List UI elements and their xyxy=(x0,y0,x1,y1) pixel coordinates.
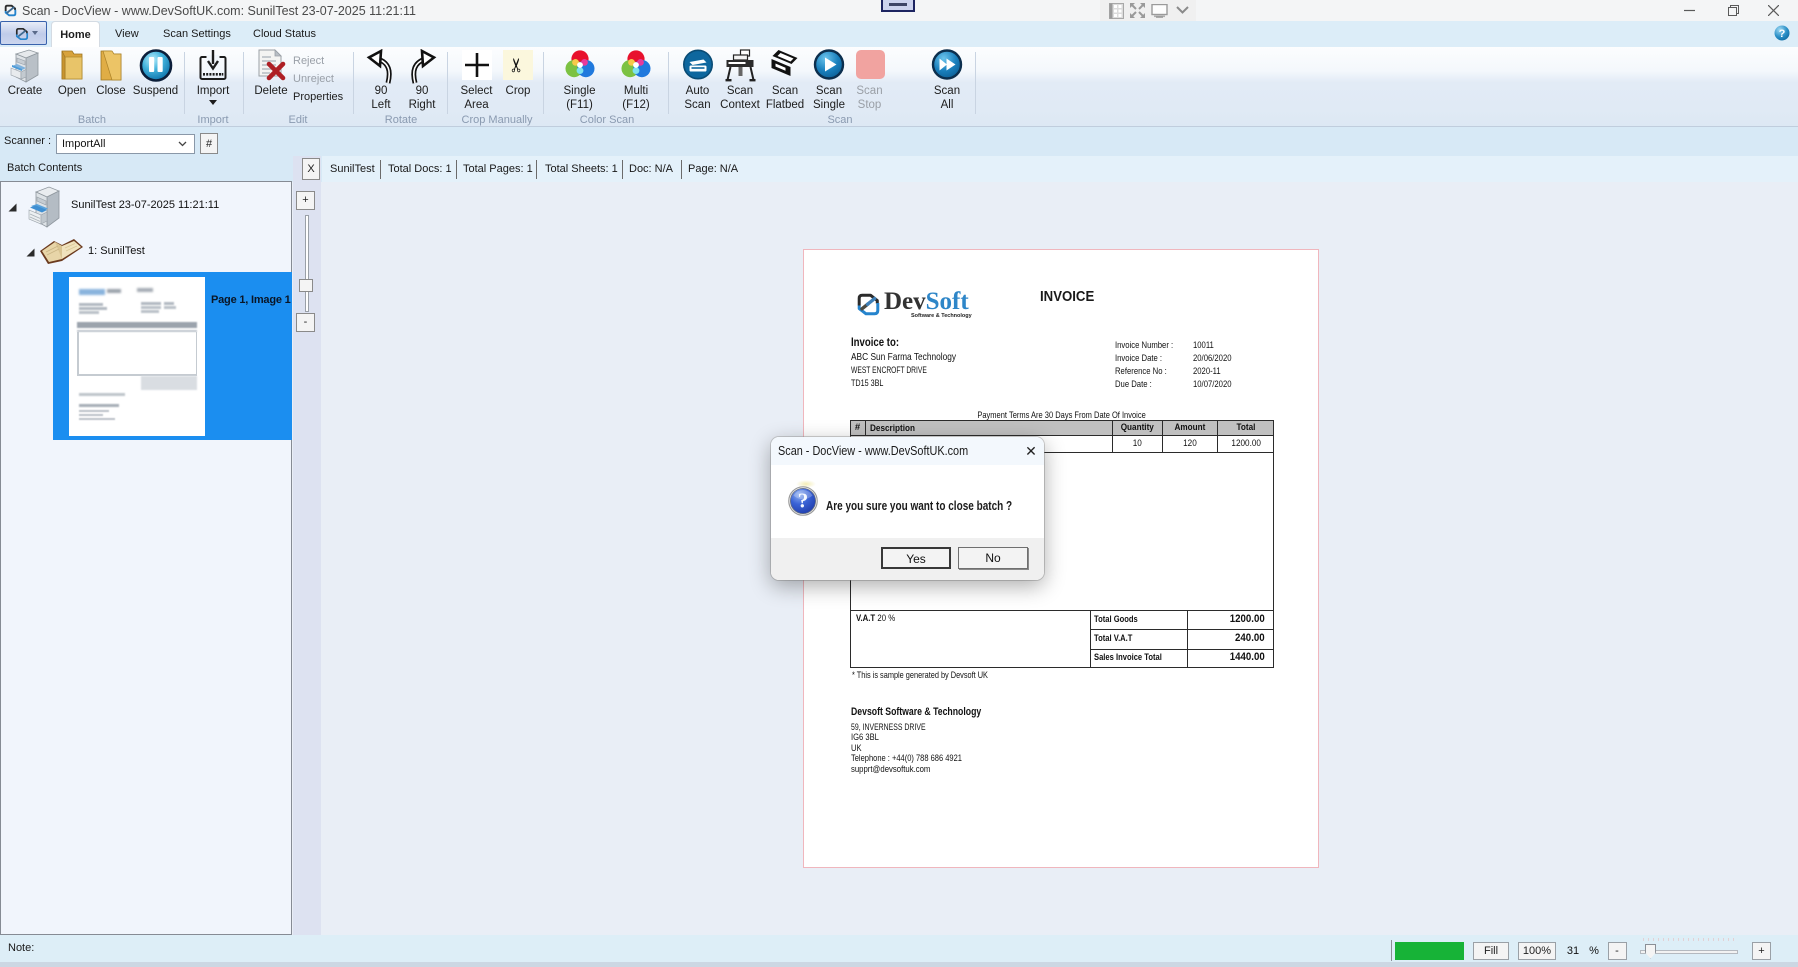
svg-text:?: ? xyxy=(798,489,809,513)
svg-text:?: ? xyxy=(1779,28,1786,40)
